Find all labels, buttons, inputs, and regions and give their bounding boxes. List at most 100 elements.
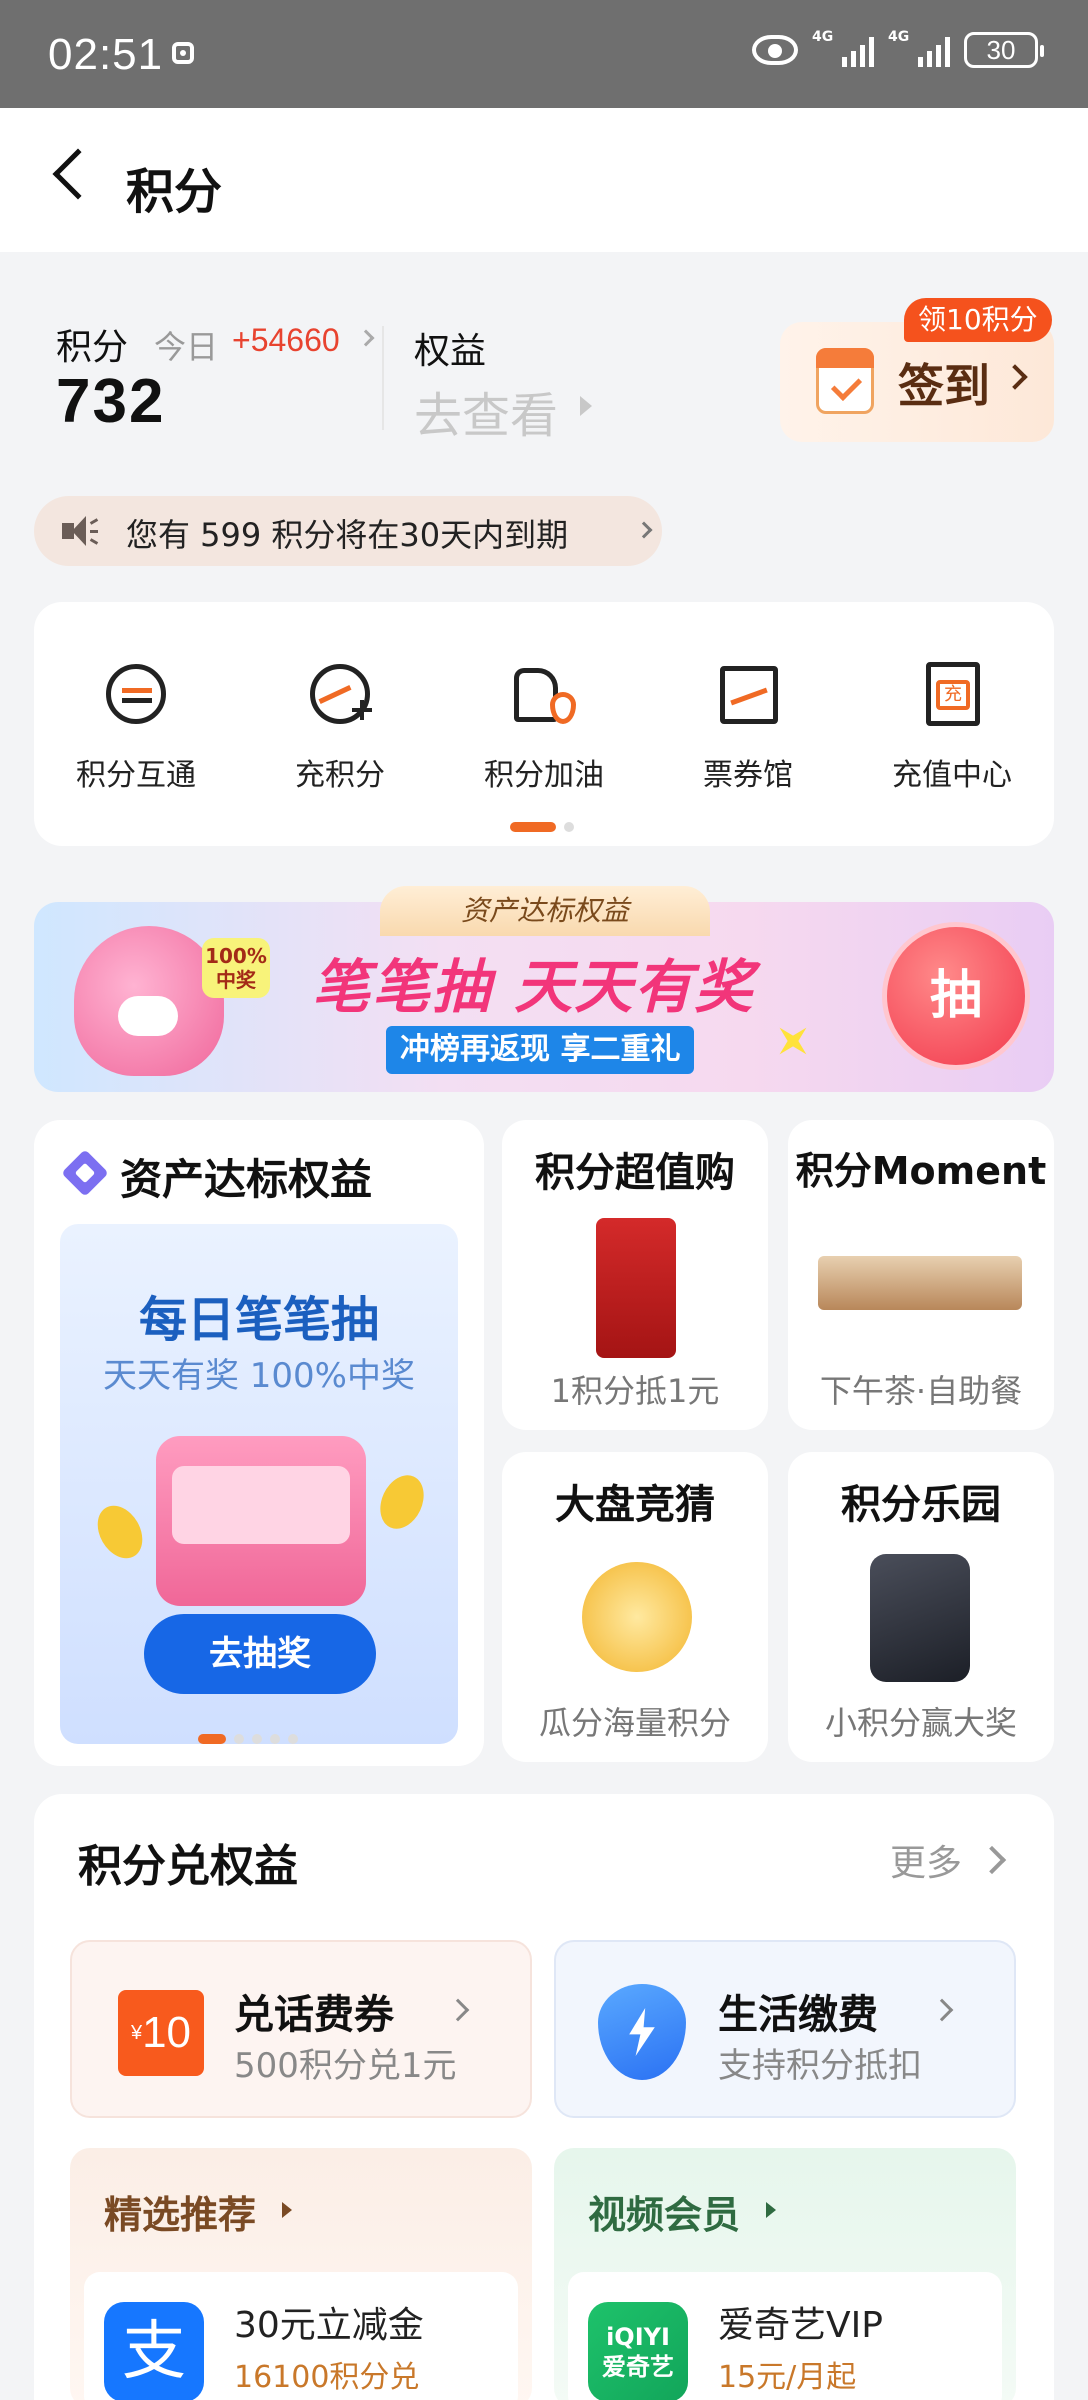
video-vip-block[interactable]: 视频会员 iQIYI 爱奇艺 爱奇艺VIP 15元/月起 (554, 2148, 1016, 2400)
card-title: 积分Moment (795, 1149, 1047, 1193)
status-icons: 4G 4G 30 (752, 29, 1044, 68)
back-arrow-icon[interactable] (52, 148, 104, 200)
rights-view-link[interactable]: 去查看 (414, 376, 558, 446)
top-header: 积分 (0, 108, 1088, 252)
item-name: 爱奇艺VIP (718, 2305, 883, 2346)
today-label[interactable]: 今日 (154, 322, 218, 368)
quick-nav-recharge-points[interactable]: 充积分 (238, 602, 442, 802)
battery-icon: 30 (964, 32, 1044, 68)
divider (382, 326, 384, 430)
go-draw-button[interactable]: 去抽奖 (144, 1614, 376, 1694)
quick-nav-exchange[interactable]: 积分互通 (34, 602, 238, 802)
card-title: 积分乐园 (841, 1482, 1001, 1528)
checkin-reward-badge: 领10积分 (904, 298, 1052, 342)
alipay-logo: 支 (104, 2302, 204, 2400)
banner-title: 笔笔抽 天天有奖 (312, 953, 755, 1021)
checkin-label: 签到 (898, 359, 990, 413)
tile-title: 兑话费券 (234, 1992, 394, 2038)
banner-subtitle: 冲榜再返现 享二重礼 (386, 1026, 695, 1074)
card-title: 积分超值购 (535, 1150, 735, 1196)
sparkle-icon (766, 1014, 820, 1068)
points-moment-card[interactable]: 积分Moment 下午茶·自助餐 (788, 1120, 1054, 1430)
card-subtitle: 1积分抵1元 (550, 1372, 720, 1410)
triangle-right-icon (282, 2202, 292, 2218)
asset-rights-card[interactable]: 资产达标权益 每日笔笔抽 天天有奖 100%中奖 去抽奖 (34, 1120, 484, 1766)
triangle-right-icon (580, 396, 592, 416)
chevron-right-icon[interactable] (977, 1845, 1007, 1875)
lightning-bolt-icon (598, 1984, 686, 2080)
quick-nav-label: 票券馆 (703, 758, 793, 793)
more-link[interactable]: 更多 (890, 1834, 962, 1886)
market-guess-card[interactable]: 大盘竞猜 瓜分海量积分 (502, 1452, 768, 1762)
phone-bill-coupon-tile[interactable]: ¥10 兑话费券 500积分兑1元 (70, 1940, 532, 2118)
network-type-label-2: 4G (888, 29, 910, 45)
recommend-item[interactable]: 支 30元立减金 16100积分兑 (84, 2272, 518, 2400)
card-subtitle: 瓜分海量积分 (538, 1704, 731, 1742)
card-subtitle: 小积分赢大奖 (824, 1704, 1017, 1742)
rice-bag-image (596, 1218, 676, 1358)
chevron-right-icon (930, 1998, 954, 2022)
card-subtitle: 下午茶·自助餐 (819, 1372, 1023, 1410)
utility-payment-tile[interactable]: 生活缴费 支持积分抵扣 (554, 1940, 1016, 2118)
daily-draw-subline: 天天有奖 100%中奖 (102, 1356, 415, 1396)
points-park-card[interactable]: 积分乐园 小积分赢大奖 (788, 1452, 1054, 1762)
coin-icon (372, 1468, 432, 1536)
fuel-icon (512, 662, 576, 726)
recommend-item[interactable]: iQIYI 爱奇艺 爱奇艺VIP 15元/月起 (568, 2272, 1002, 2400)
points-deal-card[interactable]: 积分超值购 1积分抵1元 (502, 1120, 768, 1430)
status-time: 02:51 (48, 30, 164, 79)
coupon-icon: ¥10 (118, 1990, 204, 2076)
quick-nav-pager (510, 822, 574, 832)
slot-machine-illustration (156, 1436, 366, 1606)
calendar-check-icon (816, 348, 874, 414)
quick-nav-label: 充值中心 (892, 758, 1012, 793)
coin-icon (88, 1497, 152, 1567)
tile-title: 生活缴费 (718, 1992, 878, 2038)
chevron-right-icon[interactable] (357, 329, 375, 347)
phone-prize-image (870, 1554, 970, 1682)
daily-draw-panel: 每日笔笔抽 天天有奖 100%中奖 去抽奖 (60, 1224, 458, 1744)
featured-recommend-block[interactable]: 精选推荐 支 30元立减金 16100积分兑 (70, 2148, 532, 2400)
section-title: 积分兑权益 (78, 1841, 298, 1892)
block-title: 视频会员 (588, 2193, 741, 2237)
diamond-icon (61, 1149, 109, 1197)
points-exchange-section: 积分兑权益 更多 ¥10 兑话费券 500积分兑1元 生活缴费 支持积分抵扣 精… (34, 1794, 1054, 2400)
page-title: 积分 (126, 164, 223, 220)
card-title: 大盘竞猜 (555, 1482, 715, 1528)
afternoon-tea-image (818, 1256, 1022, 1310)
quick-nav-fuel[interactable]: 积分加油 (442, 602, 646, 802)
banner-tab-label: 资产达标权益 (380, 886, 710, 936)
daily-draw-headline: 每日笔笔抽 (138, 1292, 379, 1348)
block-title: 精选推荐 (104, 2193, 257, 2237)
win-rate-badge: 100% 中奖 (202, 938, 270, 998)
item-price: 16100积分兑 (234, 2360, 420, 2395)
eye-icon (752, 35, 798, 65)
iqiyi-logo: iQIYI 爱奇艺 (588, 2302, 688, 2400)
ticket-icon (716, 662, 780, 726)
item-name: 30元立减金 (234, 2305, 424, 2346)
quick-nav-label: 积分加油 (484, 758, 604, 793)
signal-icon-2: 4G (888, 29, 950, 67)
topup-icon: 充 (920, 662, 984, 726)
status-bar: 02:51 4G 4G 30 (0, 0, 1088, 108)
chevron-right-icon (446, 1998, 470, 2022)
points-balance: 732 (56, 367, 166, 436)
draw-button[interactable]: 抽 (882, 922, 1030, 1070)
today-points-value[interactable]: +54660 (232, 322, 340, 359)
speaker-icon (62, 516, 99, 546)
quick-nav-label: 积分互通 (76, 758, 196, 793)
quick-nav-topup[interactable]: 充 充值中心 (850, 602, 1054, 802)
expire-notice-text: 您有 599 积分将在30天内到期 (126, 516, 569, 554)
expire-notice[interactable]: 您有 599 积分将在30天内到期 (34, 496, 662, 566)
quick-nav-ticket[interactable]: 票券馆 (646, 602, 850, 802)
chevron-right-icon (635, 521, 653, 539)
rights-label: 权益 (414, 331, 487, 372)
tile-subtitle: 支持积分抵扣 (718, 2046, 922, 2086)
carousel-dots (198, 1734, 298, 1744)
network-type-label: 4G (812, 29, 834, 45)
tile-subtitle: 500积分兑1元 (234, 2046, 457, 2086)
asset-rights-title: 资产达标权益 (120, 1155, 373, 1204)
quick-nav-label: 充积分 (295, 758, 385, 793)
points-label: 积分 (56, 327, 129, 368)
quick-nav-card: 积分互通 充积分 积分加油 票券馆 充 充值中心 (34, 602, 1054, 846)
